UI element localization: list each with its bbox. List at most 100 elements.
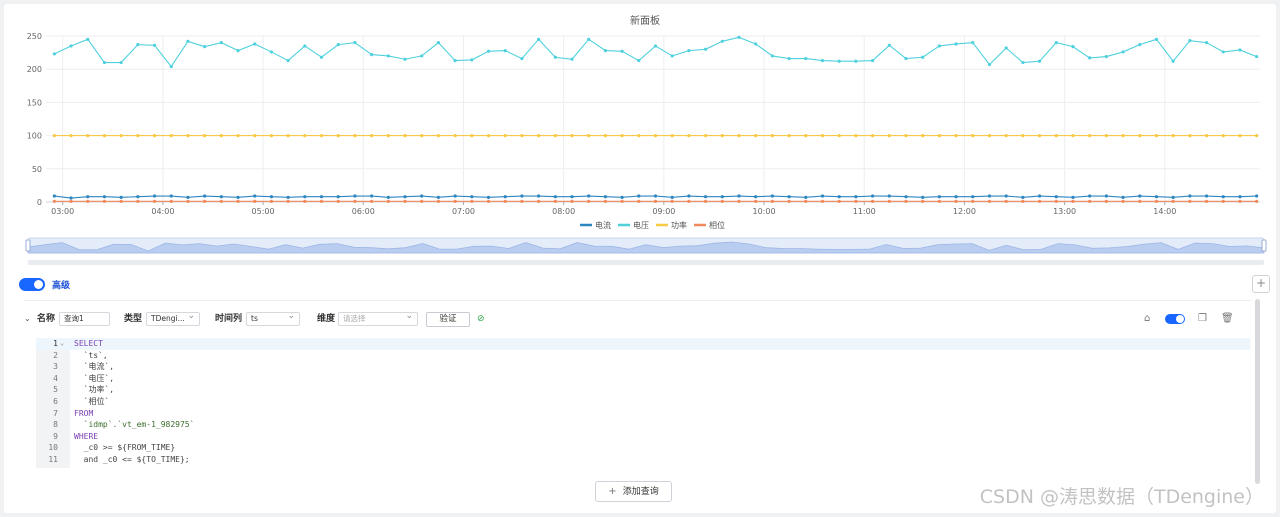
data-point <box>1255 194 1259 198</box>
data-point <box>904 195 908 199</box>
code-line[interactable]: 4 `电压`, <box>36 373 1250 385</box>
basket-icon[interactable]: ⌂ <box>1144 311 1150 327</box>
line-number: 11 <box>48 455 58 464</box>
data-point <box>1088 194 1092 198</box>
data-point <box>620 199 624 203</box>
data-point <box>1138 199 1142 203</box>
vertical-scrollbar[interactable] <box>1255 299 1260 484</box>
data-point <box>136 134 140 138</box>
data-point <box>370 199 374 203</box>
code-line[interactable]: 10 _c0 >= ${FROM_TIME} <box>36 442 1250 454</box>
data-point <box>102 134 107 138</box>
copy-icon[interactable]: ❐ <box>1198 311 1207 327</box>
fold-chevron-icon[interactable]: ⌄ <box>60 338 64 350</box>
data-point <box>587 194 591 198</box>
data-point <box>637 134 641 138</box>
code-line[interactable]: 1 ⌄ SELECT <box>36 338 1250 350</box>
data-point <box>670 195 674 199</box>
sql-editor[interactable]: 1 ⌄ SELECT 2 `ts`, 3 `电流`, 4 `电压`, 5 `功率`, 6 `相… <box>36 338 1250 468</box>
advanced-toggle[interactable] <box>19 277 45 291</box>
advanced-toggle-row: 高级 <box>19 277 70 291</box>
data-point <box>1121 199 1125 203</box>
data-point <box>837 59 841 63</box>
code-line[interactable]: 8 `idmp`.`vt_em-1_982975` <box>36 419 1250 431</box>
trash-icon[interactable]: 🗑 <box>1221 311 1234 327</box>
data-point <box>670 199 674 203</box>
data-point <box>503 49 507 53</box>
data-point <box>954 195 958 199</box>
data-point <box>1154 37 1159 41</box>
series-电压 <box>52 35 1259 69</box>
legend-item[interactable]: 电压 <box>618 220 649 230</box>
chevron-down-icon[interactable]: ⌄ <box>24 314 31 323</box>
data-zoom-slider[interactable] <box>25 237 1267 265</box>
data-point <box>152 194 157 198</box>
add-query-button[interactable]: + 添加查询 <box>595 481 672 502</box>
legend-item[interactable]: 功率 <box>656 220 687 230</box>
data-point <box>136 199 140 203</box>
data-point <box>52 199 56 203</box>
data-point <box>1255 199 1259 203</box>
code-text: FROM <box>74 408 94 418</box>
data-point <box>520 134 524 138</box>
data-point <box>119 195 123 199</box>
verify-button[interactable]: 验证 <box>426 312 470 327</box>
data-point <box>453 194 457 198</box>
zoom-handle-right[interactable] <box>1261 239 1267 252</box>
code-line[interactable]: 2 `ts`, <box>36 350 1250 362</box>
dimension-select[interactable]: 请选择 <box>338 312 418 326</box>
data-point <box>804 195 808 199</box>
data-point <box>1104 199 1108 203</box>
code-line[interactable]: 11 and _c0 <= ${TO_TIME}; <box>36 454 1250 466</box>
data-point <box>403 134 407 138</box>
data-point <box>820 199 825 203</box>
type-select[interactable]: TDengi... <box>146 312 200 326</box>
code-line[interactable]: 6 `相位` <box>36 396 1250 408</box>
data-point <box>269 50 274 54</box>
data-point <box>754 195 758 199</box>
data-point <box>119 134 123 138</box>
data-point <box>403 199 407 203</box>
data-point <box>620 134 624 138</box>
query-enable-toggle[interactable] <box>1165 314 1185 324</box>
data-point <box>286 58 290 63</box>
data-point <box>370 52 374 57</box>
data-point <box>804 134 808 138</box>
series-功率 <box>52 134 1259 138</box>
data-point <box>253 194 257 198</box>
data-point <box>1138 43 1142 47</box>
code-line[interactable]: 5 `功率`, <box>36 384 1250 396</box>
data-point <box>203 45 207 49</box>
data-point <box>420 134 424 138</box>
code-line[interactable]: 3 `电流`, <box>36 361 1250 373</box>
zoom-handle-left[interactable] <box>25 239 31 252</box>
timecol-select[interactable]: ts <box>246 312 300 326</box>
code-line[interactable]: 7 FROM <box>36 408 1250 420</box>
line-number: 2 <box>53 350 58 360</box>
data-point <box>587 37 591 41</box>
data-point <box>720 195 724 199</box>
data-point <box>86 134 90 138</box>
legend-item[interactable]: 电流 <box>580 220 611 230</box>
data-point <box>670 54 674 58</box>
code-line[interactable]: 9 WHERE <box>36 431 1250 443</box>
data-point <box>486 195 491 199</box>
data-point <box>236 49 240 53</box>
line-number: 10 <box>48 443 58 453</box>
legend-label: 功率 <box>671 220 687 230</box>
data-point <box>386 54 390 58</box>
add-panel-button[interactable]: + <box>1252 275 1270 293</box>
name-input[interactable]: 查询1 <box>59 312 110 326</box>
data-point <box>1171 134 1175 138</box>
data-point <box>987 199 992 203</box>
data-point <box>687 194 691 198</box>
data-point <box>921 55 925 59</box>
data-point <box>704 47 708 51</box>
legend-item[interactable]: 相位 <box>694 220 725 230</box>
data-point <box>436 134 441 138</box>
data-point <box>303 44 307 48</box>
data-point <box>1204 199 1209 203</box>
data-point <box>553 55 557 59</box>
data-point <box>69 199 73 203</box>
data-point <box>653 134 658 138</box>
